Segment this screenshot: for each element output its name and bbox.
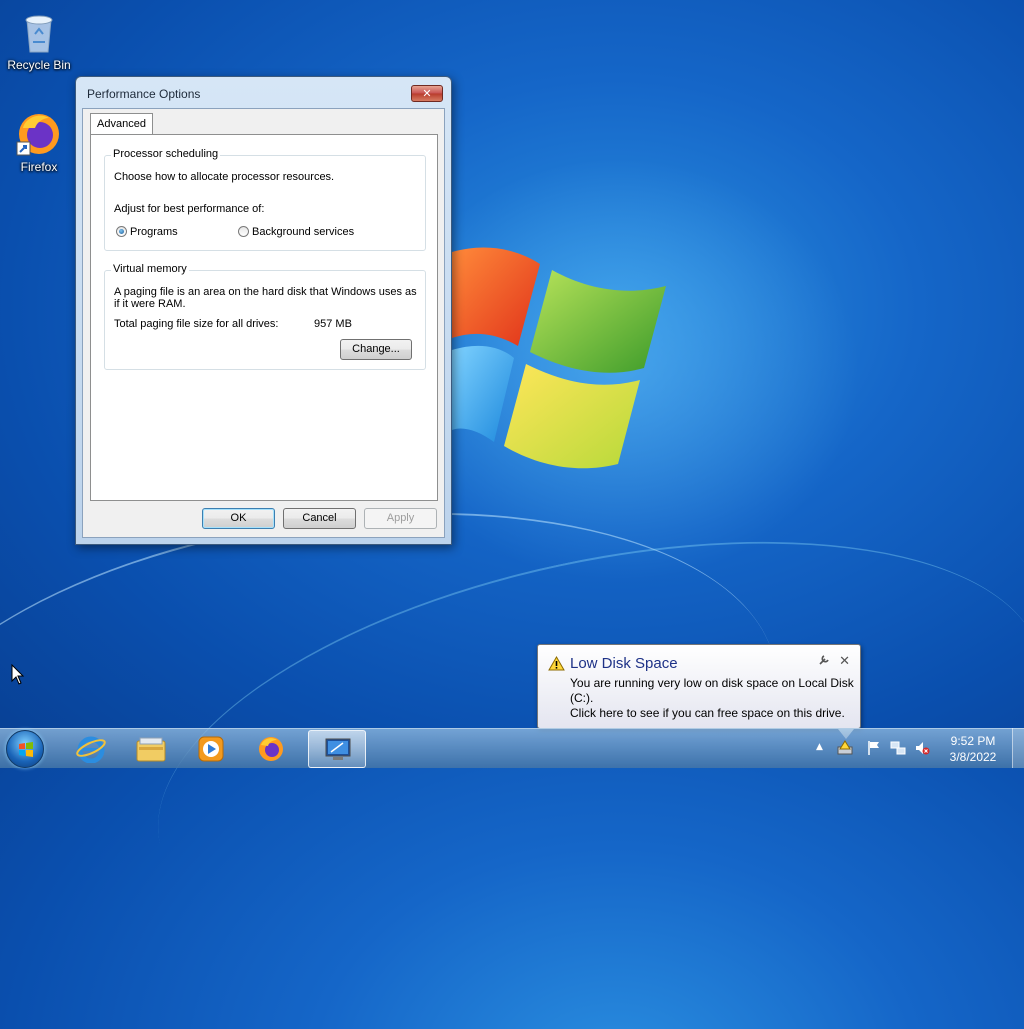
clock-time: 9:52 PM [950,734,996,748]
dialog-title: Performance Options [87,87,201,101]
virtual-memory-description-line-1: A paging file is an area on the hard dis… [114,286,417,298]
taskbar-system-properties[interactable] [308,730,366,768]
close-icon[interactable]: ✕ [839,653,850,669]
disk-warning-tray-icon[interactable] [837,740,853,756]
group-title: Virtual memory [111,263,189,275]
firefox-icon [259,737,283,761]
desktop-icon-firefox[interactable]: Firefox [3,110,75,174]
notification-line: You are running very low on disk space o… [570,676,854,690]
background-services-radio-label[interactable]: Background services [252,226,354,238]
firefox-icon [15,110,63,158]
notification-line: (C:). [570,691,594,705]
volume-muted-icon[interactable] [914,740,930,756]
windows-explorer-icon [136,737,166,762]
action-center-flag-icon[interactable] [866,740,882,756]
paging-file-size-value: 957 MB [314,318,352,330]
desktop-icon-label: Firefox [20,160,58,174]
taskbar-windows-explorer[interactable] [122,730,180,768]
show-hidden-icons-button[interactable]: ▲ [816,742,823,752]
group-title: Processor scheduling [111,148,221,160]
media-player-icon [198,736,224,762]
notification-title: Low Disk Space [570,655,678,672]
internet-explorer-icon [76,736,106,763]
taskbar-internet-explorer[interactable] [62,730,120,768]
wrench-icon[interactable] [818,654,830,666]
recycle-bin-icon [15,8,63,56]
notification-link[interactable]: Click here to see if you can free space … [570,706,855,721]
apply-button[interactable]: Apply [364,508,437,529]
adjust-label: Adjust for best performance of: [114,203,265,215]
notification-body: You are running very low on disk space o… [570,676,855,721]
paging-file-size-label: Total paging file size for all drives: [114,318,279,330]
clock-date: 3/8/2022 [949,750,997,764]
show-desktop-button[interactable] [1012,728,1024,768]
programs-radio-label[interactable]: Programs [130,226,178,238]
background-services-radio[interactable] [238,226,249,237]
dialog-client-area: Advanced Processor scheduling Choose how… [82,108,445,538]
taskbar-media-player[interactable] [182,730,240,768]
virtual-memory-description-line-2: if it were RAM. [114,298,186,310]
close-button[interactable]: ✕ [411,85,443,102]
network-icon[interactable] [890,740,906,756]
windows-logo-wallpaper [452,247,666,469]
programs-radio[interactable] [116,226,127,237]
taskbar-firefox[interactable] [242,730,300,768]
windows-flag-icon [19,742,33,757]
system-properties-icon [325,738,351,760]
tab-page-advanced: Processor scheduling Choose how to alloc… [90,134,438,501]
virtual-memory-group: Virtual memory A paging file is an area … [104,263,426,370]
start-button[interactable] [6,730,44,768]
desktop-icon-label: Recycle Bin [7,58,71,72]
warning-icon [548,656,565,671]
change-button[interactable]: Change... [340,339,412,360]
tab-advanced[interactable]: Advanced [90,113,153,135]
cancel-button[interactable]: Cancel [283,508,356,529]
desktop-icon-recycle-bin[interactable]: Recycle Bin [3,8,75,72]
low-disk-space-notification[interactable]: Low Disk Space ✕ You are running very lo… [537,644,861,739]
processor-scheduling-group: Processor scheduling Choose how to alloc… [104,148,426,251]
ok-button[interactable]: OK [202,508,275,529]
performance-options-dialog: Performance Options ✕ Advanced Processor… [75,76,452,545]
system-clock[interactable]: 9:52 PM 3/8/2022 [940,733,1006,765]
mouse-cursor-icon [11,664,25,685]
processor-description: Choose how to allocate processor resourc… [114,171,335,183]
